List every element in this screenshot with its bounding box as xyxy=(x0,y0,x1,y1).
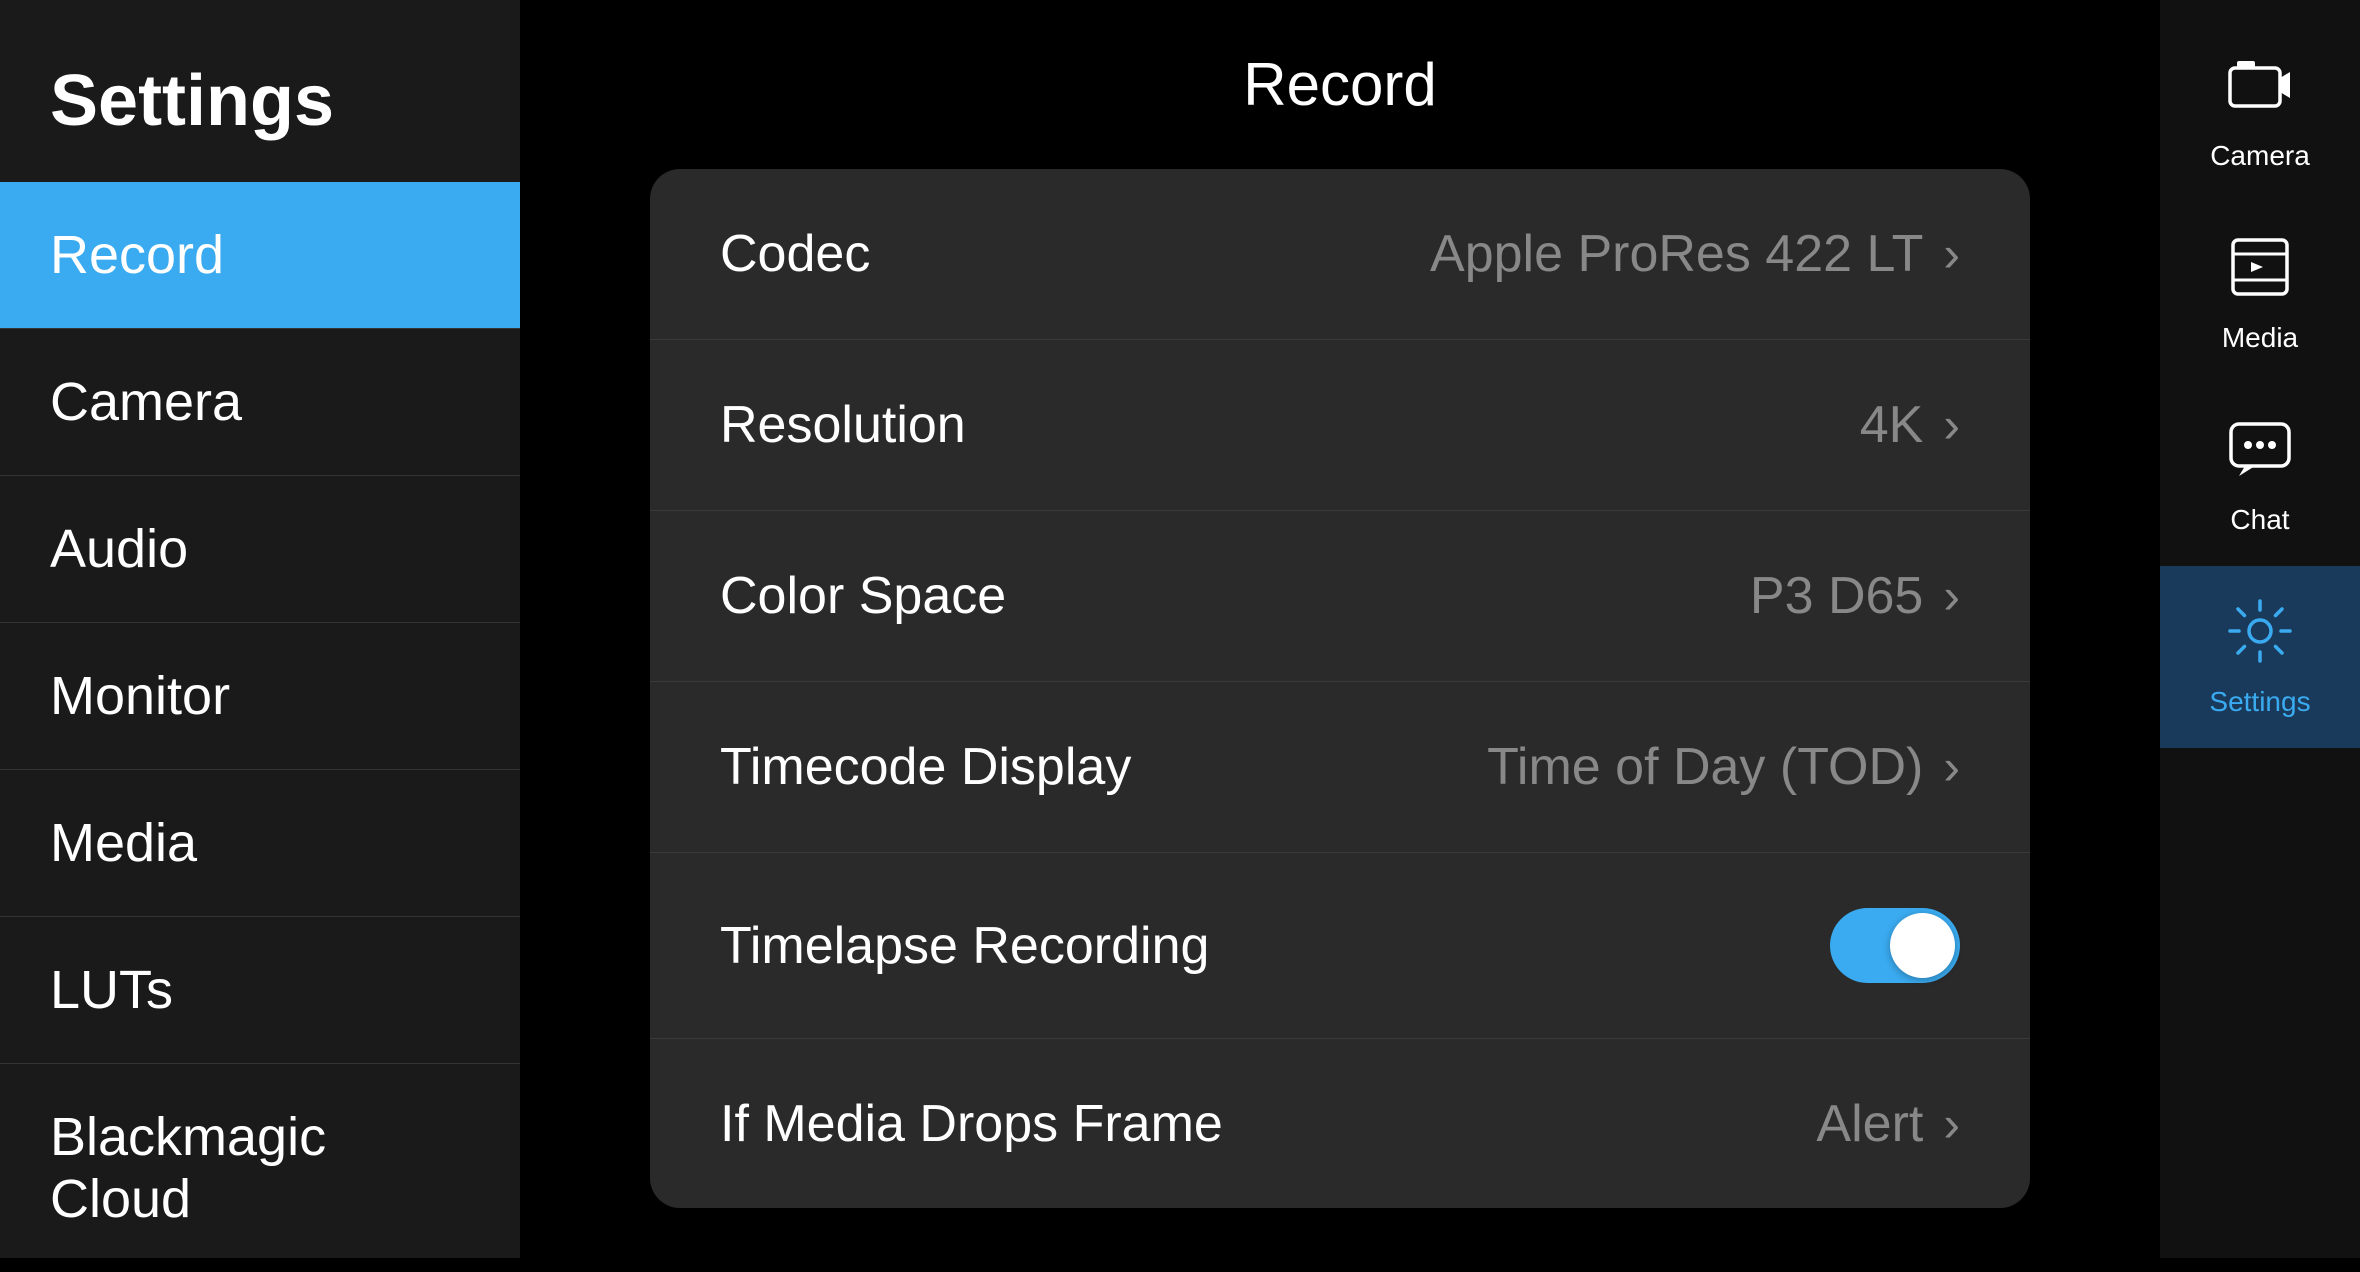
media-icon xyxy=(2225,232,2295,310)
right-nav: Camera Media Chat xyxy=(2160,0,2360,1258)
nav-item-media[interactable]: Media xyxy=(2160,202,2360,384)
timecode-display-value-group: Time of Day (TOD) › xyxy=(1487,737,1960,797)
settings-panel: Codec Apple ProRes 422 LT › Resolution 4… xyxy=(650,169,2030,1208)
settings-row-codec[interactable]: Codec Apple ProRes 422 LT › xyxy=(650,169,2030,340)
timelapse-recording-label: Timelapse Recording xyxy=(720,916,1209,976)
color-space-chevron-icon: › xyxy=(1943,567,1960,625)
nav-settings-label: Settings xyxy=(2209,686,2310,718)
sidebar: Settings Record Camera Audio Monitor Med… xyxy=(0,0,520,1258)
nav-item-settings[interactable]: Settings xyxy=(2160,566,2360,748)
sidebar-item-monitor[interactable]: Monitor xyxy=(0,623,520,770)
timecode-display-chevron-icon: › xyxy=(1943,738,1960,796)
codec-value: Apple ProRes 422 LT xyxy=(1430,224,1923,284)
sidebar-item-record[interactable]: Record xyxy=(0,182,520,329)
settings-row-resolution[interactable]: Resolution 4K › xyxy=(650,340,2030,511)
camera-icon xyxy=(2225,50,2295,128)
media-drops-frame-value: Alert xyxy=(1816,1094,1923,1154)
nav-camera-label: Camera xyxy=(2210,140,2310,172)
sidebar-item-media[interactable]: Media xyxy=(0,770,520,917)
nav-chat-label: Chat xyxy=(2230,504,2289,536)
timecode-display-label: Timecode Display xyxy=(720,737,1131,797)
resolution-chevron-icon: › xyxy=(1943,396,1960,454)
timecode-display-value: Time of Day (TOD) xyxy=(1487,737,1923,797)
settings-icon xyxy=(2225,596,2295,674)
sidebar-item-blackmagic-cloud[interactable]: Blackmagic Cloud xyxy=(0,1064,520,1272)
chat-icon xyxy=(2225,414,2295,492)
toggle-knob xyxy=(1890,913,1955,978)
resolution-value-group: 4K › xyxy=(1860,395,1960,455)
settings-row-timecode-display[interactable]: Timecode Display Time of Day (TOD) › xyxy=(650,682,2030,853)
media-drops-frame-value-group: Alert › xyxy=(1816,1094,1960,1154)
color-space-value-group: P3 D65 › xyxy=(1750,566,1960,626)
page-title: Record xyxy=(1243,50,1436,119)
resolution-value: 4K xyxy=(1860,395,1924,455)
settings-row-media-drops-frame[interactable]: If Media Drops Frame Alert › xyxy=(650,1039,2030,1208)
main-content: Record Codec Apple ProRes 422 LT › Resol… xyxy=(520,0,2160,1258)
nav-media-label: Media xyxy=(2222,322,2298,354)
settings-row-timelapse-recording[interactable]: Timelapse Recording xyxy=(650,853,2030,1039)
timelapse-recording-toggle[interactable] xyxy=(1830,908,1960,983)
codec-chevron-icon: › xyxy=(1943,225,1960,283)
resolution-label: Resolution xyxy=(720,395,966,455)
sidebar-item-camera[interactable]: Camera xyxy=(0,329,520,476)
sidebar-title: Settings xyxy=(0,0,520,182)
sidebar-item-audio[interactable]: Audio xyxy=(0,476,520,623)
codec-label: Codec xyxy=(720,224,870,284)
color-space-label: Color Space xyxy=(720,566,1006,626)
nav-item-camera[interactable]: Camera xyxy=(2160,20,2360,202)
timelapse-toggle-wrapper xyxy=(1830,908,1960,983)
media-drops-frame-chevron-icon: › xyxy=(1943,1095,1960,1153)
settings-row-color-space[interactable]: Color Space P3 D65 › xyxy=(650,511,2030,682)
color-space-value: P3 D65 xyxy=(1750,566,1923,626)
nav-item-chat[interactable]: Chat xyxy=(2160,384,2360,566)
media-drops-frame-label: If Media Drops Frame xyxy=(720,1094,1223,1154)
codec-value-group: Apple ProRes 422 LT › xyxy=(1430,224,1960,284)
sidebar-item-luts[interactable]: LUTs xyxy=(0,917,520,1064)
